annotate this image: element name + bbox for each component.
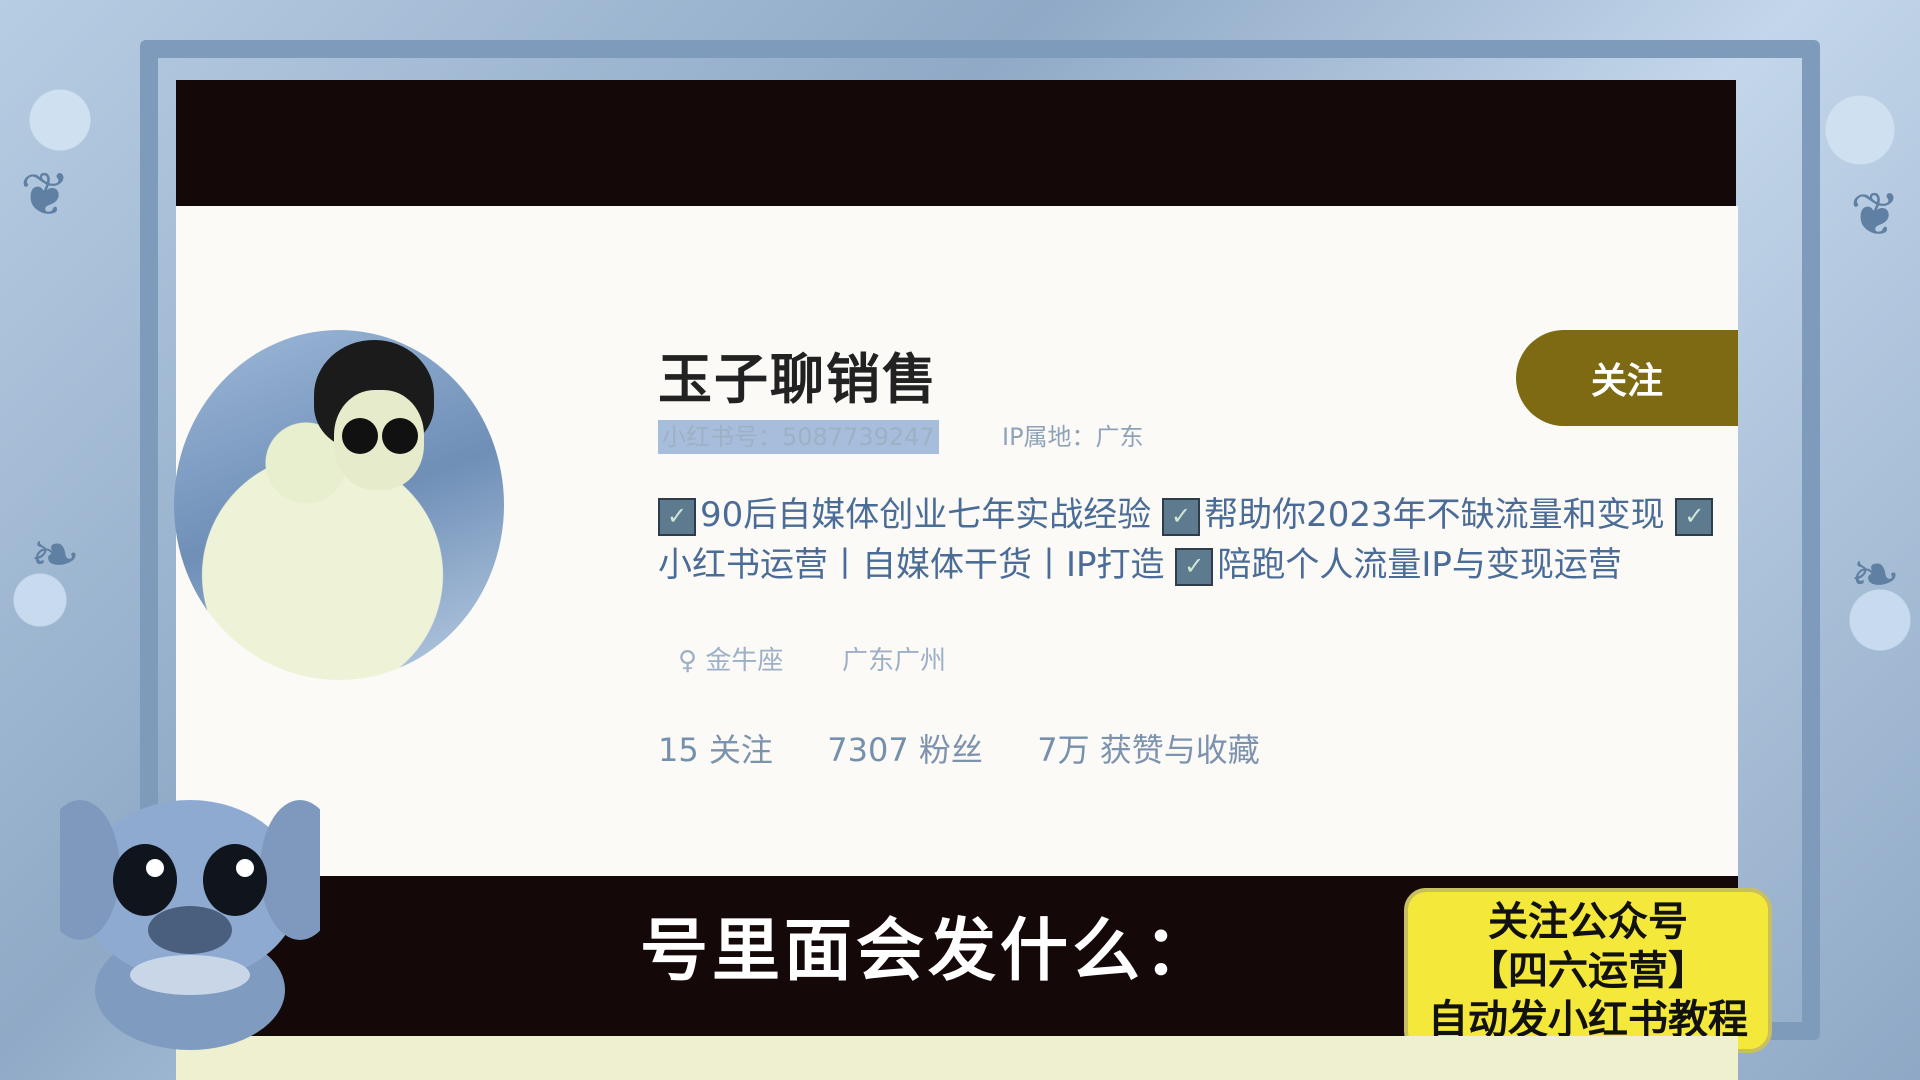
checkbox-icon: ✓ [658,497,696,536]
followers-stat[interactable]: 7307 粉丝 [827,731,993,769]
frame-ornament-icon: ❦ [20,160,71,230]
checkbox-icon: ✓ [1162,497,1201,536]
promo-sticker: 关注公众号 【四六运营】 自动发小红书教程 [1404,888,1772,1053]
bio-item: 90后自媒体创业七年实战经验 [700,495,1152,535]
female-icon: ♀ [678,646,698,676]
bio-item: 帮助你2023年不缺流量和变现 [1204,495,1665,535]
frame-ornament-icon: ❧ [30,520,81,590]
likes-label: 获赞与收藏 [1099,731,1260,769]
promo-line-1: 关注公众号 [1488,899,1688,945]
frame-ornament-icon: ❦ [1850,180,1901,250]
avatar[interactable] [174,330,504,680]
bio-line-1: ✓ 90后自媒体创业七年实战经验 ✓ 帮助你2023年不缺流量和变现 ✓ [658,490,1718,540]
rednote-id[interactable]: 小红书号：5087739247 [658,420,939,454]
likes-stat[interactable]: 7万 获赞与收藏 [1037,731,1260,769]
checkbox-icon: ✓ [1175,547,1214,586]
cartoon-character-icon [60,800,320,1050]
following-count: 15 [658,731,699,769]
checkbox-icon: ✓ [1675,497,1714,536]
zodiac-tag: ♀ 金牛座 [678,640,783,677]
likes-count: 7万 [1037,731,1090,769]
followers-count: 7307 [827,731,909,769]
follow-button[interactable]: 关注 [1516,330,1738,426]
floor-strip [176,1036,1738,1080]
city-tag: 广东广州 [842,646,947,676]
following-label: 关注 [708,731,773,769]
promo-line-2: 【四六运营】 [1468,948,1708,994]
top-black-bar [176,80,1736,206]
zodiac-label: 金牛座 [705,646,784,676]
sunglasses-icon [382,418,418,454]
profile-bio: ✓ 90后自媒体创业七年实战经验 ✓ 帮助你2023年不缺流量和变现 ✓ 小红书运营… [658,490,1718,590]
bio-line-2: 小红书运营丨自媒体干货丨IP打造 ✓ 陪跑个人流量IP与变现运营 [658,540,1718,590]
bio-item: 小红书运营丨自媒体干货丨IP打造 [658,545,1165,585]
video-subtitle: 号里面会发什么： [640,912,1217,991]
followers-label: 粉丝 [918,731,983,769]
following-stat[interactable]: 15 关注 [658,731,783,769]
profile-stats: 15 关注 7307 粉丝 7万 获赞与收藏 [658,725,1260,771]
sunglasses-icon [342,418,378,454]
frame-ornament-icon: ❧ [1850,540,1901,610]
profile-username: 玉子聊销售 [658,348,938,411]
bio-item: 陪跑个人流量IP与变现运营 [1217,545,1622,585]
ip-location: IP属地：广东 [1002,423,1144,451]
